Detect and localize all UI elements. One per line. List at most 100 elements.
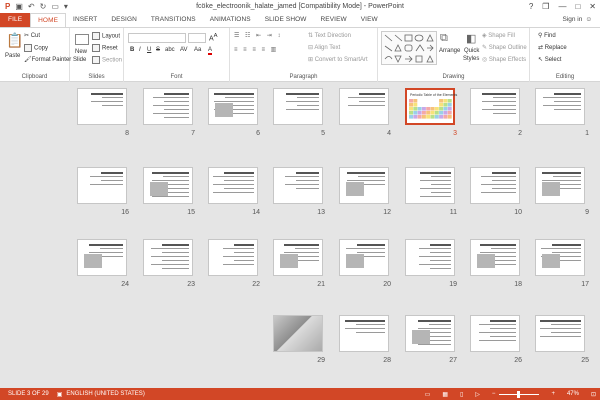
slide-thumbnail-14[interactable]: [208, 167, 258, 204]
replace-button[interactable]: ⇄ Replace: [538, 44, 567, 51]
zoom-level[interactable]: 47%: [567, 391, 579, 397]
slide-thumbnail-11[interactable]: [405, 167, 455, 204]
restore-ribbon-button[interactable]: ❐: [542, 0, 549, 13]
shape-outline-button[interactable]: ✎ Shape Outline: [482, 44, 527, 51]
slide-thumbnail-4[interactable]: [339, 88, 389, 125]
help-button[interactable]: ?: [529, 0, 533, 13]
fit-slide-icon[interactable]: ⊡: [591, 391, 596, 398]
slide-thumbnail-29[interactable]: [273, 315, 323, 352]
quick-styles-icon[interactable]: ◧: [466, 32, 476, 45]
shadow-button[interactable]: abc: [165, 47, 175, 53]
zoom-in-button[interactable]: +: [551, 391, 555, 397]
tab-design[interactable]: DESIGN: [104, 13, 144, 27]
underline-button[interactable]: U: [147, 47, 151, 53]
font-size-field[interactable]: [188, 33, 206, 43]
present-icon[interactable]: ▭: [51, 0, 59, 13]
slide-thumbnail-16[interactable]: [77, 167, 127, 204]
slide-thumbnail-20[interactable]: [339, 239, 389, 276]
paste-icon[interactable]: 📋: [6, 32, 23, 49]
tab-slide-show[interactable]: SLIDE SHOW: [258, 13, 314, 27]
spelling-icon[interactable]: ▣: [57, 391, 63, 398]
convert-smartart-button[interactable]: ⊞ Convert to SmartArt: [308, 56, 368, 63]
quick-styles-button-2[interactable]: Styles: [463, 56, 479, 62]
minimize-button[interactable]: —: [558, 0, 566, 13]
zoom-slider-thumb[interactable]: [516, 390, 520, 398]
tab-animations[interactable]: ANIMATIONS: [203, 13, 258, 27]
slide-thumbnail-26[interactable]: [470, 315, 520, 352]
shape-effects-button[interactable]: ◎ Shape Effects: [482, 56, 526, 63]
slide-thumbnail-23[interactable]: [143, 239, 193, 276]
arrange-icon[interactable]: ⧉: [440, 32, 448, 45]
arrange-button[interactable]: Arrange: [439, 48, 460, 54]
slide-thumbnail-15[interactable]: [143, 167, 193, 204]
shapes-gallery[interactable]: [381, 31, 437, 65]
new-slide-icon[interactable]: [75, 34, 89, 45]
align-buttons[interactable]: ≡ ≡ ≡ ≡ ▥: [234, 46, 278, 53]
reading-view-icon[interactable]: ▯: [460, 391, 463, 398]
section-button[interactable]: Section: [92, 56, 122, 64]
paste-button[interactable]: Paste: [5, 53, 20, 59]
slide-thumbnail-3[interactable]: Periodic Table of the Elements: [405, 88, 457, 125]
maximize-button[interactable]: □: [575, 0, 580, 13]
font-name-field[interactable]: [128, 33, 186, 43]
grow-font-icon[interactable]: AA: [209, 33, 218, 42]
strikethrough-button[interactable]: S: [156, 47, 160, 53]
slide-thumbnail-12[interactable]: [339, 167, 389, 204]
tab-insert[interactable]: INSERT: [66, 13, 104, 27]
new-slide-label-2[interactable]: Slide: [73, 57, 86, 63]
select-button[interactable]: ↖ Select: [538, 56, 561, 63]
slide-thumbnail-5[interactable]: [273, 88, 323, 125]
slide-thumbnail-24[interactable]: [77, 239, 127, 276]
reset-button[interactable]: Reset: [92, 44, 118, 52]
slide-thumbnail-7[interactable]: [143, 88, 193, 125]
undo-icon[interactable]: ↶: [28, 0, 35, 13]
slide-thumbnail-9[interactable]: [535, 167, 585, 204]
slide-thumbnail-1[interactable]: [535, 88, 585, 125]
zoom-out-button[interactable]: −: [492, 391, 496, 397]
text-direction-button[interactable]: ⇅ Text Direction: [308, 32, 351, 39]
tab-view[interactable]: VIEW: [354, 13, 385, 27]
slide-thumbnail-10[interactable]: [470, 167, 520, 204]
cut-button[interactable]: ✂ Cut: [24, 32, 40, 39]
slide-sorter-view-icon[interactable]: ▦: [442, 391, 448, 398]
quick-styles-button[interactable]: Quick: [464, 48, 479, 54]
normal-view-icon[interactable]: ▭: [425, 391, 431, 398]
tab-review[interactable]: REVIEW: [314, 13, 354, 27]
language-indicator[interactable]: ENGLISH (UNITED STATES): [66, 391, 144, 397]
slide-thumbnail-21[interactable]: [273, 239, 323, 276]
slide-thumbnail-13[interactable]: [273, 167, 323, 204]
slide-thumbnail-19[interactable]: [405, 239, 455, 276]
slideshow-view-icon[interactable]: ▷: [475, 391, 480, 398]
align-text-button[interactable]: ⊟ Align Text: [308, 44, 340, 51]
change-case-button[interactable]: Aa: [194, 47, 201, 53]
layout-button[interactable]: Layout: [92, 32, 120, 40]
save-icon[interactable]: ▣: [15, 0, 23, 13]
slide-thumbnail-6[interactable]: [208, 88, 258, 125]
shape-fill-button[interactable]: ◈ Shape Fill: [482, 32, 515, 39]
list-buttons[interactable]: ☰ ☷ ⇤ ⇥ ↕: [234, 32, 282, 39]
font-color-button[interactable]: A: [208, 47, 213, 55]
slide-thumbnail-8[interactable]: [77, 88, 127, 125]
zoom-slider[interactable]: [499, 390, 540, 398]
bold-button[interactable]: B: [130, 47, 134, 53]
slide-thumbnail-25[interactable]: [535, 315, 585, 352]
tab-home[interactable]: HOME: [30, 13, 67, 27]
redo-icon[interactable]: ↻: [40, 0, 47, 13]
format-painter-button[interactable]: 🖌Format Painter: [24, 56, 71, 63]
customize-icon[interactable]: ▾: [64, 0, 68, 13]
slide-thumbnail-27[interactable]: [405, 315, 455, 352]
slide-thumbnail-18[interactable]: [470, 239, 520, 276]
slide-thumbnail-22[interactable]: [208, 239, 258, 276]
slide-thumbnail-28[interactable]: [339, 315, 389, 352]
italic-button[interactable]: I: [139, 47, 141, 53]
tab-file[interactable]: FILE: [0, 13, 31, 27]
find-button[interactable]: ⚲ Find: [538, 32, 556, 39]
copy-button[interactable]: Copy: [24, 44, 48, 52]
tab-transitions[interactable]: TRANSITIONS: [144, 13, 203, 27]
char-spacing-button[interactable]: AV: [180, 47, 188, 53]
close-button[interactable]: ✕: [589, 0, 596, 13]
new-slide-label[interactable]: New: [75, 49, 87, 55]
slide-thumbnail-17[interactable]: [535, 239, 585, 276]
sign-in[interactable]: Sign in ☺: [562, 13, 592, 27]
slide-thumbnail-2[interactable]: [470, 88, 520, 125]
